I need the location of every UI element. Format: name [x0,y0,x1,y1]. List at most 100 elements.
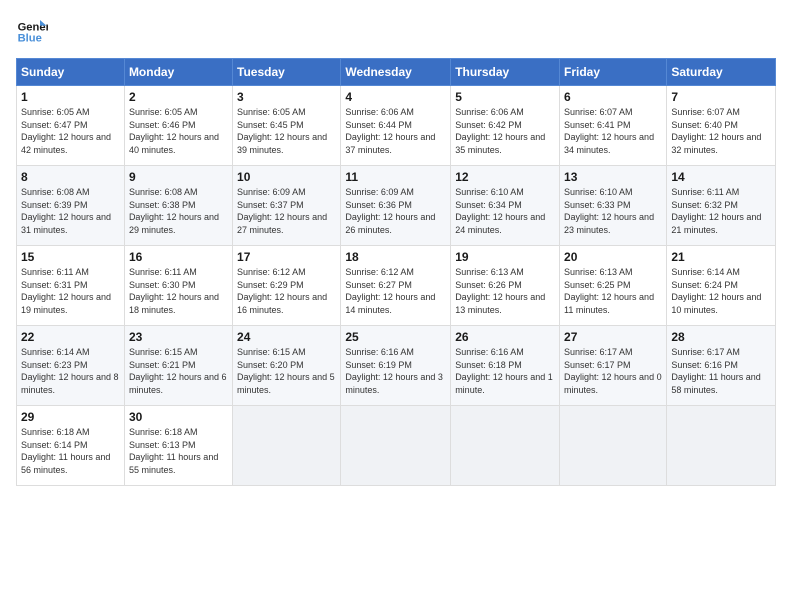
calendar-header-monday: Monday [124,59,232,86]
calendar-cell: 16 Sunrise: 6:11 AM Sunset: 6:30 PM Dayl… [124,246,232,326]
day-number: 15 [21,250,120,264]
day-info: Sunrise: 6:14 AM Sunset: 6:23 PM Dayligh… [21,346,120,396]
day-number: 5 [455,90,555,104]
day-info: Sunrise: 6:06 AM Sunset: 6:42 PM Dayligh… [455,106,555,156]
day-info: Sunrise: 6:14 AM Sunset: 6:24 PM Dayligh… [671,266,771,316]
day-info: Sunrise: 6:08 AM Sunset: 6:38 PM Dayligh… [129,186,228,236]
day-number: 14 [671,170,771,184]
calendar-cell: 18 Sunrise: 6:12 AM Sunset: 6:27 PM Dayl… [341,246,451,326]
day-number: 3 [237,90,336,104]
calendar-week-3: 15 Sunrise: 6:11 AM Sunset: 6:31 PM Dayl… [17,246,776,326]
day-number: 25 [345,330,446,344]
day-number: 18 [345,250,446,264]
day-number: 4 [345,90,446,104]
day-number: 21 [671,250,771,264]
day-info: Sunrise: 6:18 AM Sunset: 6:14 PM Dayligh… [21,426,120,476]
calendar-week-5: 29 Sunrise: 6:18 AM Sunset: 6:14 PM Dayl… [17,406,776,486]
calendar-cell: 7 Sunrise: 6:07 AM Sunset: 6:40 PM Dayli… [667,86,776,166]
logo: General Blue [16,16,52,48]
calendar-week-1: 1 Sunrise: 6:05 AM Sunset: 6:47 PM Dayli… [17,86,776,166]
calendar-cell [233,406,341,486]
day-info: Sunrise: 6:18 AM Sunset: 6:13 PM Dayligh… [129,426,228,476]
day-info: Sunrise: 6:09 AM Sunset: 6:37 PM Dayligh… [237,186,336,236]
calendar-week-4: 22 Sunrise: 6:14 AM Sunset: 6:23 PM Dayl… [17,326,776,406]
day-info: Sunrise: 6:17 AM Sunset: 6:16 PM Dayligh… [671,346,771,396]
day-number: 27 [564,330,662,344]
day-number: 29 [21,410,120,424]
calendar-header-thursday: Thursday [451,59,560,86]
day-info: Sunrise: 6:07 AM Sunset: 6:40 PM Dayligh… [671,106,771,156]
day-number: 9 [129,170,228,184]
day-number: 22 [21,330,120,344]
day-info: Sunrise: 6:15 AM Sunset: 6:20 PM Dayligh… [237,346,336,396]
calendar-cell: 26 Sunrise: 6:16 AM Sunset: 6:18 PM Dayl… [451,326,560,406]
calendar-week-2: 8 Sunrise: 6:08 AM Sunset: 6:39 PM Dayli… [17,166,776,246]
svg-text:Blue: Blue [18,33,42,45]
day-info: Sunrise: 6:10 AM Sunset: 6:34 PM Dayligh… [455,186,555,236]
day-number: 6 [564,90,662,104]
calendar-header-sunday: Sunday [17,59,125,86]
calendar-cell: 22 Sunrise: 6:14 AM Sunset: 6:23 PM Dayl… [17,326,125,406]
calendar-cell: 8 Sunrise: 6:08 AM Sunset: 6:39 PM Dayli… [17,166,125,246]
calendar-body: 1 Sunrise: 6:05 AM Sunset: 6:47 PM Dayli… [17,86,776,486]
day-info: Sunrise: 6:13 AM Sunset: 6:25 PM Dayligh… [564,266,662,316]
calendar-cell: 19 Sunrise: 6:13 AM Sunset: 6:26 PM Dayl… [451,246,560,326]
day-number: 23 [129,330,228,344]
day-info: Sunrise: 6:16 AM Sunset: 6:19 PM Dayligh… [345,346,446,396]
calendar-cell: 11 Sunrise: 6:09 AM Sunset: 6:36 PM Dayl… [341,166,451,246]
calendar-cell: 17 Sunrise: 6:12 AM Sunset: 6:29 PM Dayl… [233,246,341,326]
day-info: Sunrise: 6:12 AM Sunset: 6:29 PM Dayligh… [237,266,336,316]
day-number: 10 [237,170,336,184]
calendar-cell: 5 Sunrise: 6:06 AM Sunset: 6:42 PM Dayli… [451,86,560,166]
calendar-cell: 27 Sunrise: 6:17 AM Sunset: 6:17 PM Dayl… [560,326,667,406]
calendar-cell: 15 Sunrise: 6:11 AM Sunset: 6:31 PM Dayl… [17,246,125,326]
day-info: Sunrise: 6:11 AM Sunset: 6:32 PM Dayligh… [671,186,771,236]
calendar-cell: 21 Sunrise: 6:14 AM Sunset: 6:24 PM Dayl… [667,246,776,326]
calendar-cell: 24 Sunrise: 6:15 AM Sunset: 6:20 PM Dayl… [233,326,341,406]
day-info: Sunrise: 6:06 AM Sunset: 6:44 PM Dayligh… [345,106,446,156]
calendar-cell: 1 Sunrise: 6:05 AM Sunset: 6:47 PM Dayli… [17,86,125,166]
calendar-cell: 9 Sunrise: 6:08 AM Sunset: 6:38 PM Dayli… [124,166,232,246]
calendar-cell: 29 Sunrise: 6:18 AM Sunset: 6:14 PM Dayl… [17,406,125,486]
calendar-cell: 4 Sunrise: 6:06 AM Sunset: 6:44 PM Dayli… [341,86,451,166]
day-info: Sunrise: 6:16 AM Sunset: 6:18 PM Dayligh… [455,346,555,396]
day-number: 28 [671,330,771,344]
calendar-cell: 13 Sunrise: 6:10 AM Sunset: 6:33 PM Dayl… [560,166,667,246]
calendar-cell [667,406,776,486]
calendar-cell: 6 Sunrise: 6:07 AM Sunset: 6:41 PM Dayli… [560,86,667,166]
calendar-table: SundayMondayTuesdayWednesdayThursdayFrid… [16,58,776,486]
day-number: 16 [129,250,228,264]
day-info: Sunrise: 6:08 AM Sunset: 6:39 PM Dayligh… [21,186,120,236]
logo-icon: General Blue [16,16,48,48]
calendar-cell [560,406,667,486]
day-number: 8 [21,170,120,184]
calendar-cell: 23 Sunrise: 6:15 AM Sunset: 6:21 PM Dayl… [124,326,232,406]
day-number: 24 [237,330,336,344]
day-info: Sunrise: 6:05 AM Sunset: 6:47 PM Dayligh… [21,106,120,156]
calendar-cell [451,406,560,486]
calendar-header-saturday: Saturday [667,59,776,86]
calendar-cell: 20 Sunrise: 6:13 AM Sunset: 6:25 PM Dayl… [560,246,667,326]
day-info: Sunrise: 6:17 AM Sunset: 6:17 PM Dayligh… [564,346,662,396]
day-number: 2 [129,90,228,104]
calendar-header-tuesday: Tuesday [233,59,341,86]
day-number: 12 [455,170,555,184]
day-info: Sunrise: 6:05 AM Sunset: 6:46 PM Dayligh… [129,106,228,156]
calendar-cell: 10 Sunrise: 6:09 AM Sunset: 6:37 PM Dayl… [233,166,341,246]
day-info: Sunrise: 6:13 AM Sunset: 6:26 PM Dayligh… [455,266,555,316]
day-info: Sunrise: 6:11 AM Sunset: 6:31 PM Dayligh… [21,266,120,316]
page-header: General Blue [16,16,776,48]
day-info: Sunrise: 6:09 AM Sunset: 6:36 PM Dayligh… [345,186,446,236]
calendar-page: General Blue SundayMondayTuesdayWednesda… [0,0,792,612]
day-number: 20 [564,250,662,264]
day-info: Sunrise: 6:11 AM Sunset: 6:30 PM Dayligh… [129,266,228,316]
day-info: Sunrise: 6:12 AM Sunset: 6:27 PM Dayligh… [345,266,446,316]
calendar-cell: 3 Sunrise: 6:05 AM Sunset: 6:45 PM Dayli… [233,86,341,166]
day-number: 7 [671,90,771,104]
day-number: 13 [564,170,662,184]
calendar-header-wednesday: Wednesday [341,59,451,86]
day-info: Sunrise: 6:10 AM Sunset: 6:33 PM Dayligh… [564,186,662,236]
day-number: 26 [455,330,555,344]
calendar-cell: 14 Sunrise: 6:11 AM Sunset: 6:32 PM Dayl… [667,166,776,246]
day-number: 17 [237,250,336,264]
